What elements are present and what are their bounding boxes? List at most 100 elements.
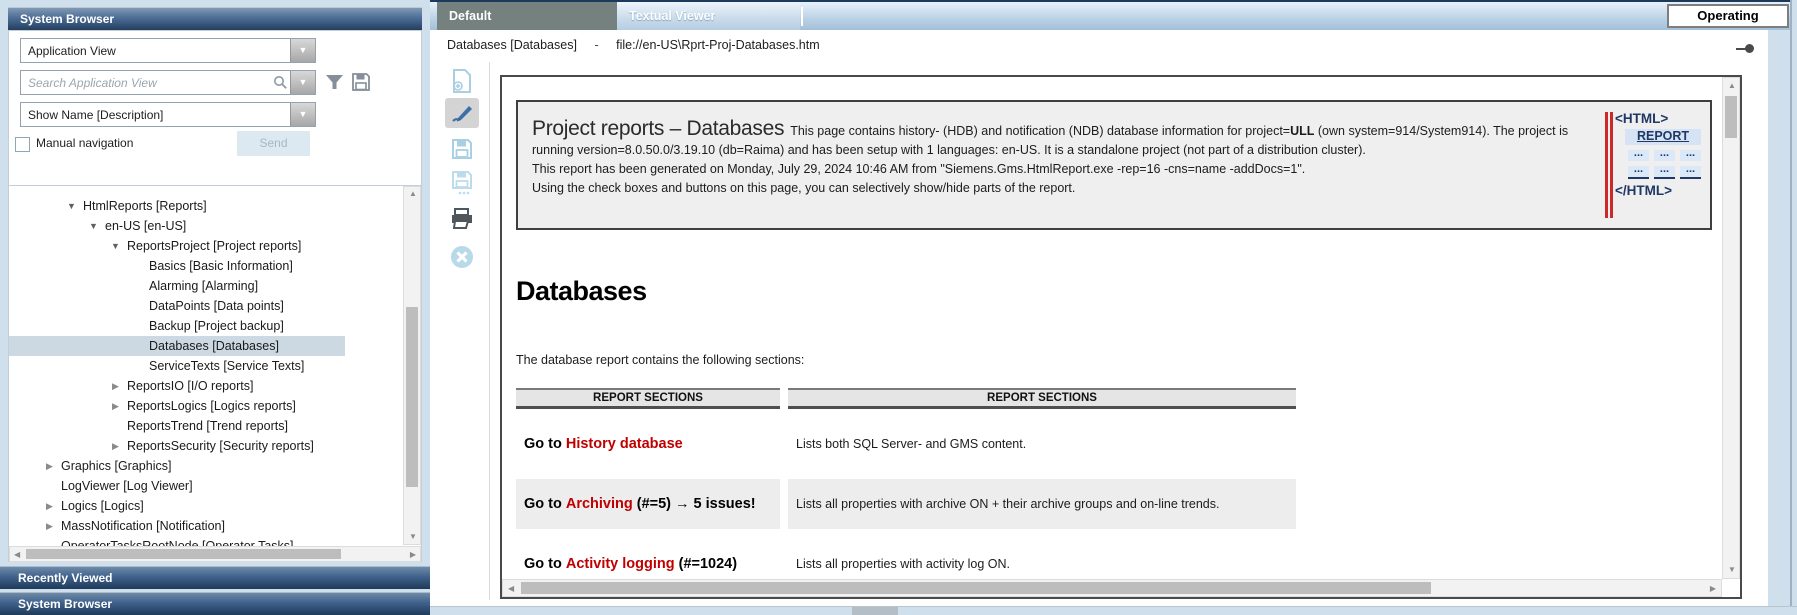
tree-item-label: ReportsSecurity [Security reports] — [127, 439, 314, 453]
system-browser-titlebar: System Browser — [8, 7, 422, 30]
tab-textual-viewer[interactable]: Textual Viewer — [617, 2, 800, 30]
splitter-handle[interactable] — [852, 607, 898, 615]
tree-item-htmlreports[interactable]: ▼ HtmlReports [Reports] — [9, 196, 421, 216]
toolbar-separator — [489, 62, 490, 600]
collapsed-arrow-icon[interactable]: ▶ — [109, 376, 122, 396]
tree-hscroll-thumb[interactable] — [26, 549, 341, 559]
recently-viewed-bar[interactable]: Recently Viewed — [0, 566, 430, 589]
search-icon — [273, 75, 288, 93]
report-vertical-scrollbar[interactable]: ▲ ▼ — [1722, 77, 1740, 579]
search-input[interactable] — [21, 71, 274, 94]
pin-icon[interactable] — [1736, 44, 1756, 54]
chevron-down-icon[interactable]: ▼ — [290, 103, 315, 126]
report-table-body: Go toHistory databaseLists both SQL Serv… — [516, 419, 1722, 579]
logo-report-label: REPORT — [1625, 129, 1701, 145]
tree-item-label: HtmlReports [Reports] — [83, 199, 207, 213]
tree-item-label: ReportsProject [Project reports] — [127, 239, 301, 253]
logo-red-bars-icon — [1605, 112, 1615, 218]
report-vscroll-thumb[interactable] — [1725, 96, 1737, 138]
tree-item-label: Graphics [Graphics] — [61, 459, 171, 473]
collapsed-arrow-icon[interactable]: ▶ — [43, 496, 56, 516]
system-browser-bar[interactable]: System Browser — [0, 592, 430, 615]
tree-item-databases[interactable]: Databases [Databases] — [9, 336, 421, 356]
search-options-chevron-icon[interactable]: ▼ — [290, 71, 315, 94]
save-report-button[interactable] — [445, 134, 479, 164]
tree-item-reportsproject[interactable]: ▼ ReportsProject [Project reports] — [9, 236, 421, 256]
report-hscroll-thumb[interactable] — [521, 582, 1431, 594]
edit-report-button[interactable] — [445, 98, 479, 128]
scroll-up-icon[interactable]: ▲ — [1728, 82, 1736, 90]
tree-item-reportslogics[interactable]: ▶ ReportsLogics [Logics reports] — [9, 396, 421, 416]
collapsed-arrow-icon[interactable]: ▶ — [109, 436, 122, 456]
tree-item-reportstrend[interactable]: ReportsTrend [Trend reports] — [9, 416, 421, 436]
tree-item-backup[interactable]: Backup [Project backup] — [9, 316, 421, 336]
tree-item-en-us[interactable]: ▼en-US [en-US] — [9, 216, 421, 236]
tree-item-graphics[interactable]: ▶ Graphics [Graphics] — [9, 456, 421, 476]
close-report-button[interactable] — [445, 242, 479, 272]
report-sections-intro: The database report contains the followi… — [516, 353, 1722, 367]
report-hint-line: Using the check boxes and buttons on thi… — [532, 179, 1590, 198]
expanded-arrow-icon[interactable]: ▼ — [87, 216, 100, 236]
expanded-arrow-icon[interactable]: ▼ — [109, 236, 122, 256]
tree-item-reportssecurity[interactable]: ▶ ReportsSecurity [Security reports] — [9, 436, 421, 456]
save-as-icon — [451, 170, 473, 196]
collapsed-arrow-icon[interactable]: ▶ — [43, 516, 56, 536]
breadcrumb-path: file://en-US\Rprt-Proj-Databases.htm — [616, 38, 820, 52]
collapsed-arrow-icon[interactable]: ▶ — [43, 456, 56, 476]
system-browser-bar-label: System Browser — [18, 597, 112, 611]
tree-item-massnotification[interactable]: ▶ MassNotification [Notification] — [9, 516, 421, 536]
search-field[interactable]: ▼ — [20, 70, 316, 95]
chevron-down-icon[interactable]: ▼ — [290, 39, 315, 62]
right-margin — [1768, 30, 1797, 615]
collapsed-arrow-icon[interactable]: ▶ — [109, 396, 122, 416]
scroll-down-icon[interactable]: ▼ — [1728, 566, 1736, 574]
section-suffix: (#=1024) — [679, 556, 737, 572]
scroll-left-icon[interactable]: ◀ — [14, 551, 20, 559]
tree-horizontal-scrollbar[interactable]: ◀ ▶ — [9, 546, 421, 562]
filter-icon[interactable] — [324, 72, 345, 97]
tab-default[interactable]: Default — [437, 2, 617, 30]
operating-mode-button[interactable]: Operating — [1667, 4, 1789, 28]
tree-item-logviewer[interactable]: LogViewer [Log Viewer] — [9, 476, 421, 496]
save-filter-icon[interactable] — [351, 72, 371, 97]
tree-item-operatortasksrootnode[interactable]: OperatorTasksRootNode [Operator Tasks] — [9, 536, 421, 546]
project-name: ULL — [1290, 124, 1314, 138]
tree-item-label: ReportsLogics [Logics reports] — [127, 399, 296, 413]
tree-item-reportsio[interactable]: ▶ReportsIO [I/O reports] — [9, 376, 421, 396]
tree-item-label: MassNotification [Notification] — [61, 519, 225, 533]
tree-item-label: Basics [Basic Information] — [149, 259, 293, 273]
section-suffix: (#=5) → 5 issues! — [637, 496, 756, 512]
save-as-report-button[interactable] — [445, 168, 479, 198]
close-icon — [450, 245, 474, 269]
window-edge — [1790, 0, 1792, 615]
scroll-left-icon[interactable]: ◀ — [508, 585, 514, 593]
manual-navigation-checkbox[interactable] — [15, 137, 30, 152]
section-link[interactable]: History database — [566, 436, 683, 452]
expanded-arrow-icon[interactable]: ▼ — [65, 196, 78, 216]
new-report-button[interactable] — [445, 66, 479, 96]
section-link-cell: Go toHistory database — [516, 419, 780, 469]
tree-vscroll-thumb[interactable] — [406, 307, 418, 487]
tree-item-logics[interactable]: ▶Logics [Logics] — [9, 496, 421, 516]
tree-vertical-scrollbar[interactable]: ▲ ▼ — [403, 186, 421, 545]
print-report-button[interactable] — [445, 204, 479, 234]
view-selector-dropdown[interactable]: Application View ▼ — [20, 38, 316, 63]
tab-separator — [801, 7, 803, 26]
report-header-box: Project reports – DatabasesThis page con… — [516, 100, 1712, 230]
scroll-down-icon[interactable]: ▼ — [409, 533, 417, 541]
tree-item-alarming[interactable]: Alarming [Alarming] — [9, 276, 421, 296]
report-horizontal-scrollbar[interactable]: ◀ ▶ — [502, 579, 1722, 597]
scroll-right-icon[interactable]: ▶ — [1710, 585, 1716, 593]
tree-item-datapoints[interactable]: DataPoints [Data points] — [9, 296, 421, 316]
view-selector-value: Application View — [28, 44, 116, 58]
tree-item-basics[interactable]: Basics [Basic Information] — [9, 256, 421, 276]
tree-item-label: ReportsTrend [Trend reports] — [127, 419, 288, 433]
scroll-up-icon[interactable]: ▲ — [409, 190, 417, 198]
section-link[interactable]: Activity logging — [566, 556, 675, 572]
send-button[interactable]: Send — [237, 131, 310, 156]
tree-item-servicetexts[interactable]: ServiceTexts [Service Texts] — [9, 356, 421, 376]
scroll-right-icon[interactable]: ▶ — [410, 551, 416, 559]
section-description: Lists all properties with activity log O… — [788, 539, 1296, 579]
section-link[interactable]: Archiving — [566, 496, 633, 512]
display-mode-dropdown[interactable]: Show Name [Description] ▼ — [20, 102, 316, 127]
